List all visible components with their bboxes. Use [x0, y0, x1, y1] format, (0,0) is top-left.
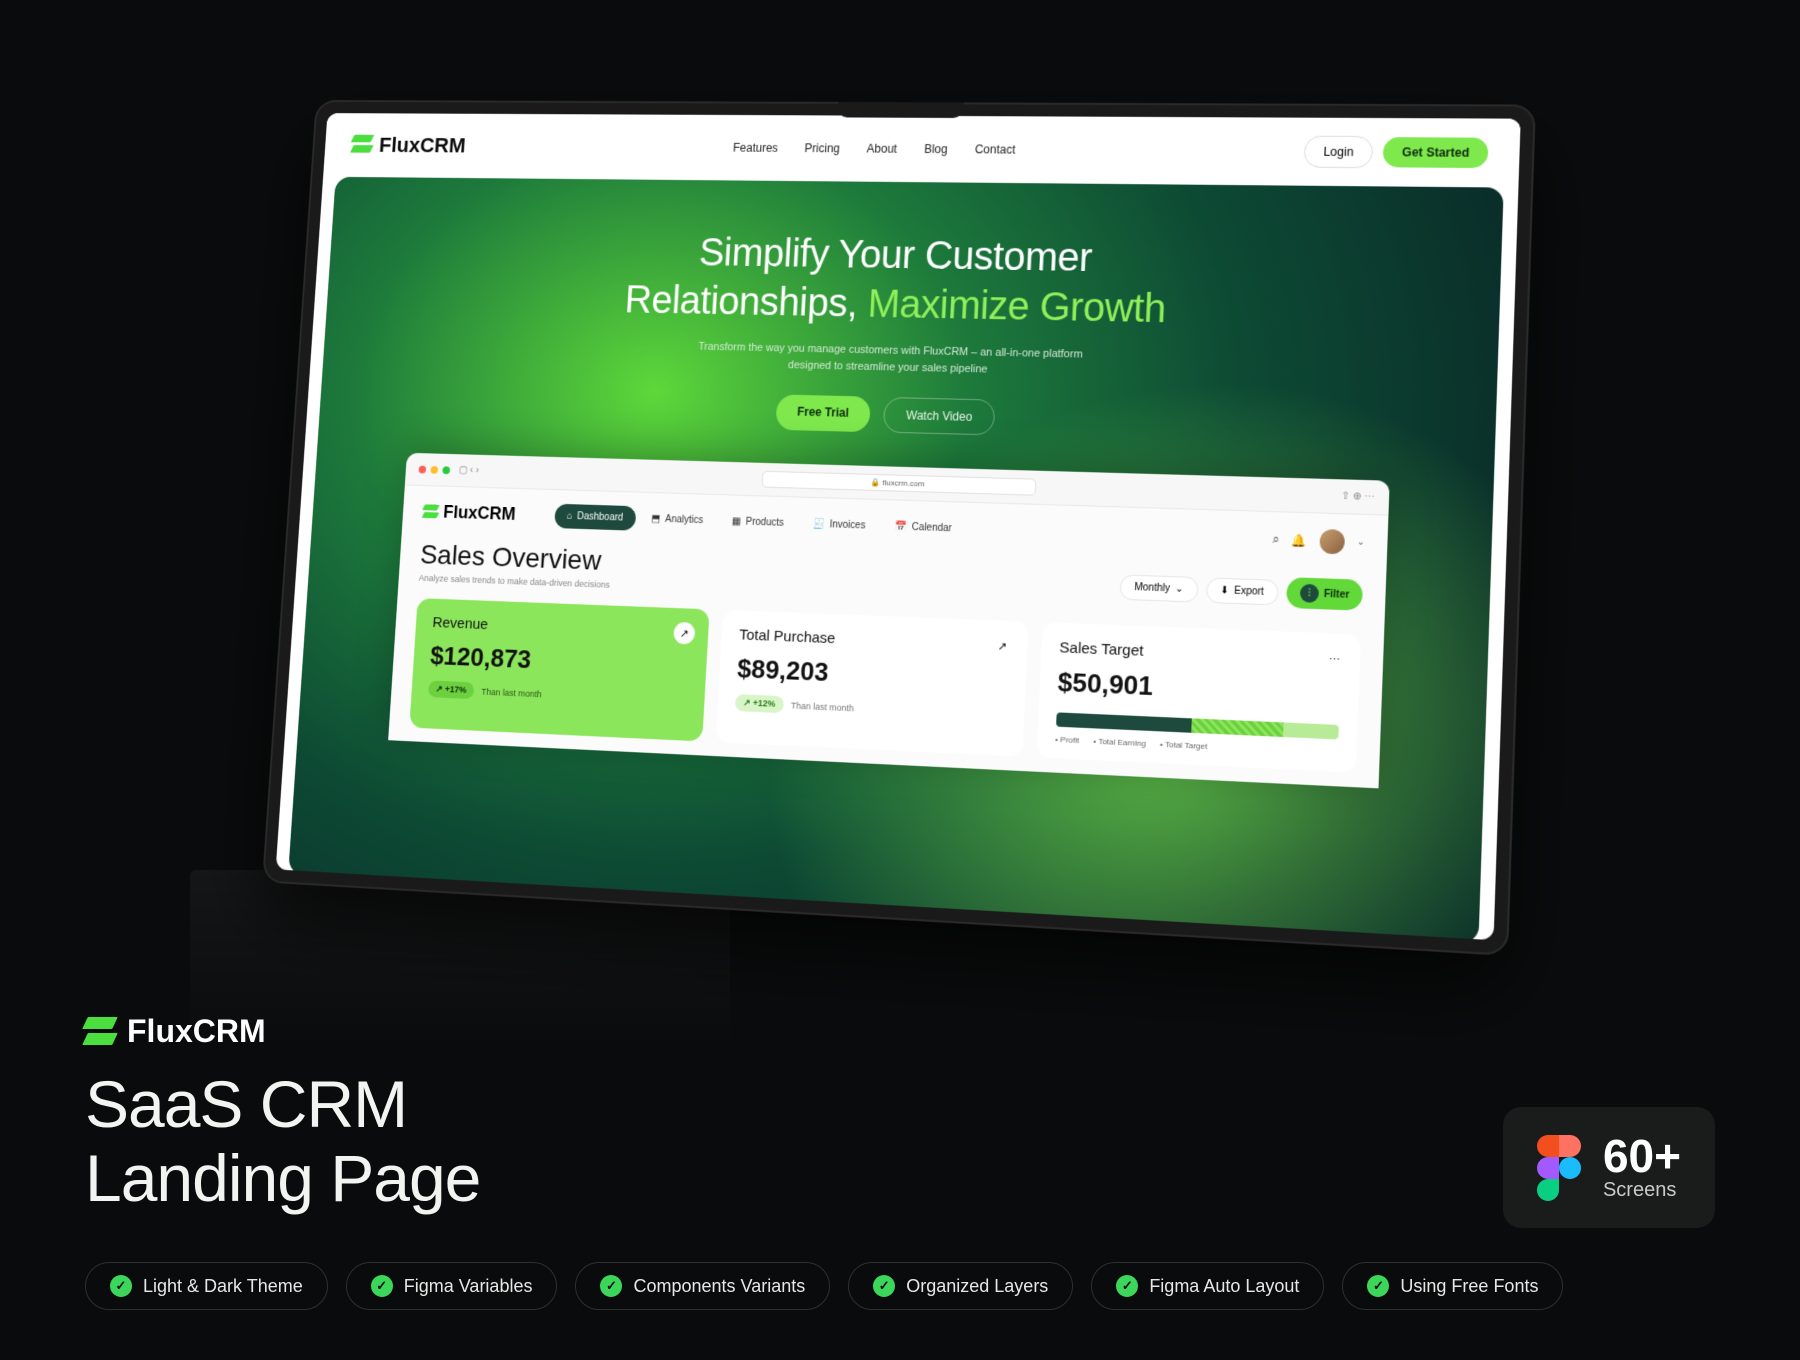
login-button[interactable]: Login — [1303, 136, 1373, 169]
logo-icon — [85, 1017, 115, 1047]
expand-icon[interactable]: ↗ — [991, 634, 1014, 657]
more-icon[interactable]: ⋯ — [1322, 648, 1346, 672]
dash-nav-dashboard[interactable]: ⌂Dashboard — [554, 504, 636, 531]
logo-icon — [351, 135, 372, 156]
feature-pill: ✓Figma Auto Layout — [1091, 1262, 1324, 1310]
traffic-lights — [418, 465, 450, 474]
dash-nav-invoices[interactable]: 🧾Invoices — [799, 511, 878, 538]
nav-link-pricing[interactable]: Pricing — [804, 141, 840, 155]
feature-pill: ✓Using Free Fonts — [1342, 1262, 1563, 1310]
expand-icon[interactable]: ↗ — [673, 622, 695, 645]
chevron-down-icon: ⌄ — [1175, 583, 1184, 595]
laptop-mockup: FluxCRM FeaturesPricingAboutBlogContact … — [262, 100, 1536, 956]
dash-nav-products[interactable]: ▦Products — [719, 509, 797, 536]
target-progress — [1056, 712, 1339, 739]
purchase-card[interactable]: Total Purchase ↗ $89,203 ↗ +12% Than las… — [716, 610, 1029, 757]
hero-subtitle: Transform the way you manage customers w… — [350, 332, 1466, 388]
check-icon: ✓ — [600, 1275, 622, 1297]
feature-pill: ✓Light & Dark Theme — [85, 1262, 328, 1310]
export-button[interactable]: ⬇ Export — [1206, 577, 1279, 605]
browser-nav-icons: ▢ ‹ › — [458, 465, 479, 476]
nav-link-features[interactable]: Features — [733, 141, 779, 155]
legend-item: Profit — [1055, 735, 1079, 745]
check-icon: ✓ — [1116, 1275, 1138, 1297]
download-icon: ⬇ — [1220, 585, 1229, 597]
avatar[interactable] — [1319, 528, 1345, 553]
legend-item: Total Target — [1160, 740, 1208, 751]
feature-pill: ✓Components Variants — [575, 1262, 830, 1310]
nav-link-blog[interactable]: Blog — [924, 142, 948, 156]
period-select[interactable]: Monthly ⌄ — [1120, 574, 1199, 602]
dashboard-preview: ▢ ‹ › 🔒 fluxcrm.com ⇧ ⊕ ⋯ FluxCRM ⌂Dashb… — [388, 453, 1390, 789]
bell-icon[interactable]: 🔔 — [1291, 533, 1307, 548]
browser-action-icons: ⇧ ⊕ ⋯ — [1341, 491, 1375, 503]
dash-nav-calendar[interactable]: 📅Calendar — [881, 514, 965, 542]
nav-link-about[interactable]: About — [866, 142, 897, 156]
revenue-card[interactable]: Revenue ↗ $120,873 ↗ +17% Than last mont… — [409, 598, 710, 741]
feature-pill: ✓Organized Layers — [848, 1262, 1073, 1310]
dash-brand[interactable]: FluxCRM — [422, 501, 516, 524]
watch-video-button[interactable]: Watch Video — [883, 397, 996, 436]
target-card[interactable]: Sales Target ⋯ $50,901 ProfitTotal Earni… — [1036, 622, 1361, 772]
brand-logo[interactable]: FluxCRM — [351, 133, 466, 158]
chevron-down-icon[interactable]: ⌄ — [1357, 536, 1365, 548]
figma-icon — [1537, 1135, 1581, 1201]
page-title: Sales Overview — [419, 539, 612, 577]
url-bar[interactable]: 🔒 fluxcrm.com — [761, 471, 1036, 496]
feature-pill: ✓Figma Variables — [346, 1262, 558, 1310]
check-icon: ✓ — [110, 1275, 132, 1297]
brand-name: FluxCRM — [378, 133, 466, 158]
check-icon: ✓ — [1367, 1275, 1389, 1297]
legend-item: Total Earning — [1093, 737, 1146, 749]
check-icon: ✓ — [371, 1275, 393, 1297]
logo-icon — [422, 504, 438, 520]
hero-title: Simplify Your Customer Relationships, Ma… — [353, 224, 1470, 340]
free-trial-button[interactable]: Free Trial — [775, 394, 871, 432]
dash-nav-analytics[interactable]: ⬒Analytics — [638, 506, 716, 533]
promo-brand: FluxCRM — [85, 1013, 1715, 1050]
search-icon[interactable]: ⌕ — [1272, 532, 1280, 548]
promo-title: SaaS CRMLanding Page — [85, 1068, 1715, 1216]
screens-badge: 60+ Screens — [1503, 1107, 1715, 1228]
filter-button[interactable]: ⫶ Filter — [1286, 577, 1364, 611]
site-nav: FluxCRM FeaturesPricingAboutBlogContact … — [323, 113, 1521, 188]
promo-section: FluxCRM SaaS CRMLanding Page 60+ Screens… — [85, 1013, 1715, 1310]
nav-link-contact[interactable]: Contact — [975, 143, 1016, 157]
filter-icon: ⫶ — [1300, 584, 1319, 603]
get-started-button[interactable]: Get Started — [1383, 137, 1489, 168]
hero-section: Simplify Your Customer Relationships, Ma… — [288, 177, 1504, 940]
check-icon: ✓ — [873, 1275, 895, 1297]
